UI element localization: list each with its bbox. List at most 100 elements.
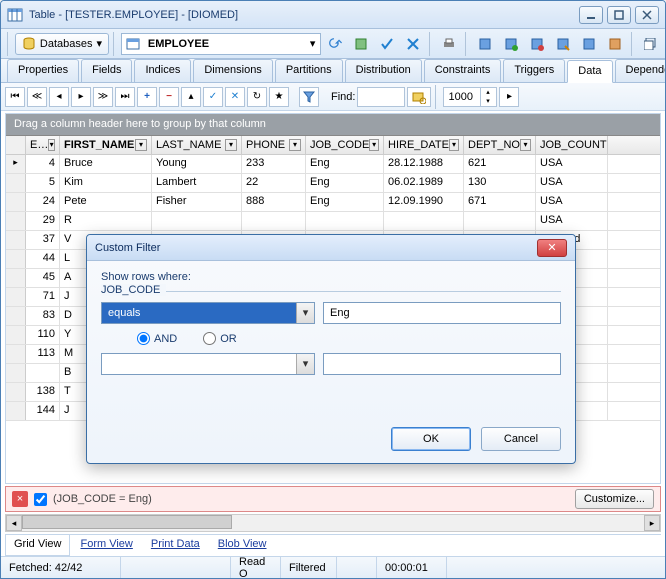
find-go-button[interactable] (407, 87, 431, 107)
action2-button[interactable] (499, 33, 523, 55)
nav-prev-page-button[interactable]: ≪ (27, 87, 47, 107)
cell[interactable]: 06.02.1989 (384, 174, 464, 192)
view-tab-grid[interactable]: Grid View (5, 535, 70, 556)
nav-last-button[interactable]: ⏭ (115, 87, 135, 107)
print-button[interactable] (437, 33, 461, 55)
find-input[interactable] (357, 87, 405, 107)
filter-enabled-checkbox[interactable] (34, 493, 47, 506)
cell[interactable]: 71 (26, 288, 60, 306)
tab-fields[interactable]: Fields (81, 59, 132, 82)
action4-button[interactable] (551, 33, 575, 55)
action6-button[interactable] (603, 33, 627, 55)
cell[interactable] (306, 212, 384, 230)
operator1-combo[interactable]: ▾ (101, 302, 315, 324)
minimize-button[interactable] (579, 6, 603, 24)
cell[interactable]: USA (536, 174, 608, 192)
cell[interactable]: 24 (26, 193, 60, 211)
table-row[interactable]: 29RUSA (6, 212, 660, 231)
table-row[interactable]: ▸4BruceYoung233Eng28.12.1988621USA (6, 155, 660, 174)
cell[interactable]: 110 (26, 326, 60, 344)
operator2-input[interactable] (102, 354, 296, 374)
action3-button[interactable] (525, 33, 549, 55)
spin-up[interactable]: ▴ (480, 88, 494, 97)
cell[interactable]: 29 (26, 212, 60, 230)
cell[interactable]: 888 (242, 193, 306, 211)
cell[interactable]: Fisher (152, 193, 242, 211)
cell[interactable]: 83 (26, 307, 60, 325)
scroll-left-button[interactable]: ◂ (6, 515, 22, 531)
ok-button[interactable]: OK (391, 427, 471, 451)
cell[interactable]: 28.12.1988 (384, 155, 464, 173)
action1-button[interactable] (473, 33, 497, 55)
operator1-input[interactable] (102, 303, 296, 323)
cell[interactable]: Pete (60, 193, 152, 211)
chevron-down-icon[interactable]: ▾ (305, 37, 321, 50)
filter-dropdown-icon[interactable]: ▾ (289, 139, 301, 151)
tab-triggers[interactable]: Triggers (503, 59, 565, 82)
filter-dropdown-icon[interactable]: ▾ (225, 139, 237, 151)
post-button[interactable]: ✓ (203, 87, 223, 107)
cell[interactable] (384, 212, 464, 230)
cell[interactable]: 233 (242, 155, 306, 173)
spin-down[interactable]: ▾ (480, 97, 494, 106)
cell[interactable] (464, 212, 536, 230)
cell[interactable]: 12.09.1990 (384, 193, 464, 211)
bookmark-button[interactable]: ★ (269, 87, 289, 107)
value1-input[interactable] (323, 302, 561, 324)
nav-first-button[interactable]: ⏮ (5, 87, 25, 107)
cell[interactable]: Eng (306, 193, 384, 211)
cell[interactable]: 4 (26, 155, 60, 173)
scroll-right-button[interactable]: ▸ (644, 515, 660, 531)
filter-funnel-button[interactable] (299, 87, 319, 107)
cell[interactable]: Kim (60, 174, 152, 192)
or-radio[interactable]: OR (203, 332, 237, 345)
cell[interactable]: USA (536, 155, 608, 173)
tab-data[interactable]: Data (567, 60, 612, 83)
dialog-close-button[interactable]: ✕ (537, 239, 567, 257)
value2-input[interactable] (323, 353, 561, 375)
scroll-thumb[interactable] (22, 515, 232, 529)
edit-row-button[interactable]: ▴ (181, 87, 201, 107)
filter-dropdown-icon[interactable]: ▾ (449, 139, 459, 151)
chevron-down-icon[interactable]: ▾ (296, 303, 314, 323)
cancel-edit-button[interactable]: ✕ (225, 87, 245, 107)
cell[interactable]: Young (152, 155, 242, 173)
cell[interactable] (26, 364, 60, 382)
filter-dropdown-icon[interactable]: ▾ (520, 139, 531, 151)
column-header[interactable]: JOB_COUNT…▾ (536, 136, 608, 154)
column-header[interactable]: JOB_CODE▾ (306, 136, 384, 154)
group-panel[interactable]: Drag a column header here to group by th… (6, 114, 660, 136)
table-selector[interactable]: ▾ (121, 33, 322, 55)
tab-dependencies[interactable]: Dependencies (615, 59, 666, 82)
column-header[interactable]: DEPT_NO▾ (464, 136, 536, 154)
cell[interactable]: R (60, 212, 152, 230)
tab-partitions[interactable]: Partitions (275, 59, 343, 82)
chevron-down-icon[interactable]: ▾ (296, 354, 314, 374)
tab-indices[interactable]: Indices (134, 59, 191, 82)
cell[interactable]: Eng (306, 174, 384, 192)
close-button[interactable] (635, 6, 659, 24)
tab-properties[interactable]: Properties (7, 59, 79, 82)
view-tab-form[interactable]: Form View (72, 535, 140, 556)
cell[interactable]: 621 (464, 155, 536, 173)
filter-dropdown-icon[interactable]: ▾ (369, 139, 379, 151)
goto-button[interactable]: ▸ (499, 87, 519, 107)
column-header[interactable]: PHONE▾ (242, 136, 306, 154)
cell[interactable]: 22 (242, 174, 306, 192)
view-tab-blob[interactable]: Blob View (210, 535, 275, 556)
cell[interactable]: 130 (464, 174, 536, 192)
databases-dropdown[interactable]: Databases ▾ (15, 33, 109, 55)
column-header[interactable]: FIRST_NAME▾ (60, 136, 152, 154)
cancel-button[interactable]: Cancel (481, 427, 561, 451)
nav-next-page-button[interactable]: ≫ (93, 87, 113, 107)
table-row[interactable]: 24PeteFisher888Eng12.09.1990671USA (6, 193, 660, 212)
delete-row-button[interactable]: − (159, 87, 179, 107)
table-name-input[interactable] (144, 38, 305, 50)
and-radio[interactable]: AND (137, 332, 177, 345)
cell[interactable]: 671 (464, 193, 536, 211)
cell[interactable]: 44 (26, 250, 60, 268)
refresh-button[interactable] (323, 33, 347, 55)
cell[interactable]: 37 (26, 231, 60, 249)
cell[interactable] (242, 212, 306, 230)
cell[interactable]: 45 (26, 269, 60, 287)
